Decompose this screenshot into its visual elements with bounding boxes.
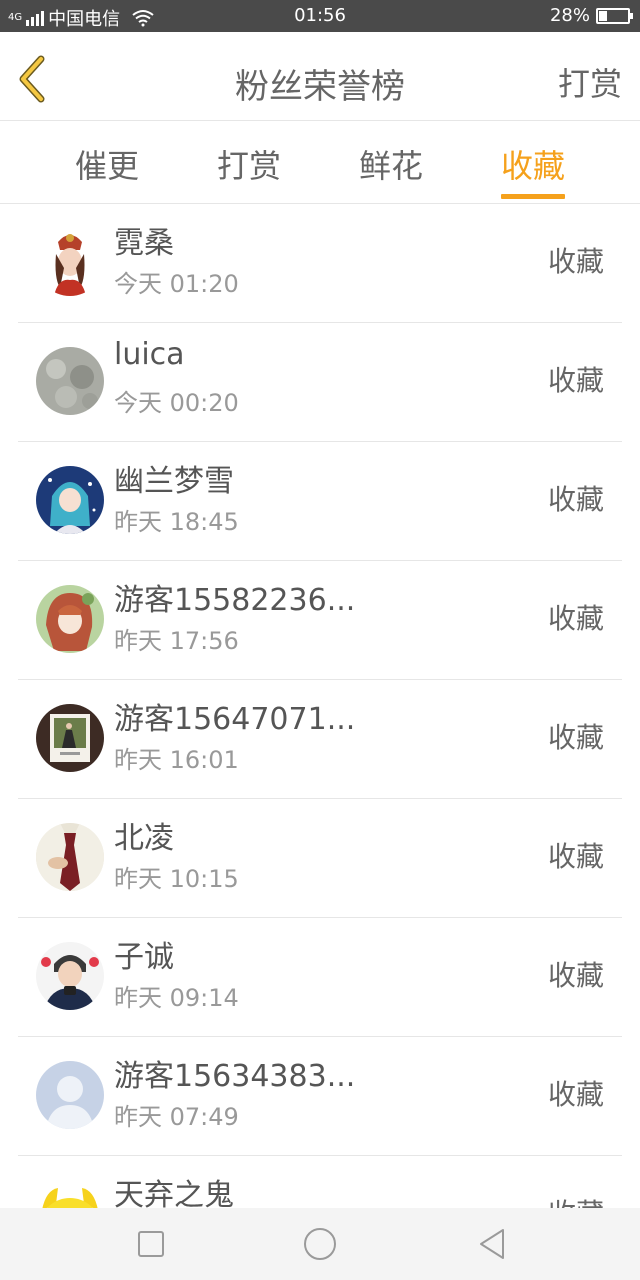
user-name: 幽兰梦雪	[114, 464, 234, 499]
list-item[interactable]: luica 今天 00:20 收藏	[0, 323, 640, 442]
user-name: 游客15634383...	[114, 1059, 356, 1094]
default-user-avatar-icon	[36, 1061, 104, 1129]
photo-frame-avatar-icon	[36, 704, 104, 772]
tab-flowers[interactable]: 鲜花	[331, 141, 451, 187]
tab-urge[interactable]: 催更	[47, 141, 167, 187]
tab-reward[interactable]: 打赏	[189, 141, 309, 187]
status-bar: 4G 中国电信 01:56 28%	[0, 0, 640, 32]
battery-icon	[596, 7, 633, 24]
gray-texture-avatar-icon	[36, 347, 104, 415]
avatar	[36, 704, 104, 772]
list-item[interactable]: 北凌 昨天 10:15 收藏	[0, 799, 640, 918]
user-name: 北凌	[114, 821, 174, 856]
tab-label: 打赏	[216, 147, 281, 185]
tab-label: 收藏	[500, 147, 565, 185]
action-label: 收藏	[547, 840, 604, 873]
list-item[interactable]: 子诚 昨天 09:14 收藏	[0, 918, 640, 1037]
boy-photo-avatar-icon	[36, 942, 104, 1010]
avatar	[36, 942, 104, 1010]
action-label: 收藏	[547, 602, 604, 635]
system-nav-bar	[0, 1208, 640, 1280]
list-item[interactable]: 游客15647071... 昨天 16:01 收藏	[0, 680, 640, 799]
avatar	[36, 228, 104, 296]
tab-label: 催更	[74, 147, 139, 185]
action-label: 收藏	[547, 245, 604, 278]
tab-bar: 催更 打赏 鲜花 收藏	[0, 121, 640, 204]
anime-green-avatar-icon	[36, 585, 104, 653]
tab-label: 鲜花	[358, 147, 423, 185]
shirt-tie-avatar-icon	[36, 823, 104, 891]
timestamp: 昨天 07:49	[114, 1103, 239, 1131]
anime-blue-avatar-icon	[36, 466, 104, 534]
action-label: 收藏	[547, 483, 604, 516]
avatar	[36, 1061, 104, 1129]
nav-header: 粉丝荣誉榜 打赏	[0, 32, 640, 121]
action-label: 收藏	[547, 364, 604, 397]
page-title: 粉丝荣誉榜	[235, 67, 405, 107]
list-item[interactable]: 游客15634383... 昨天 07:49 收藏	[0, 1037, 640, 1156]
user-name: 霓桑	[114, 226, 174, 261]
avatar	[36, 823, 104, 891]
tab-favorites[interactable]: 收藏	[473, 141, 593, 199]
reward-button[interactable]: 打赏	[558, 59, 622, 105]
list-item[interactable]: 霓桑 今天 01:20 收藏	[0, 204, 640, 323]
user-name: 子诚	[114, 940, 174, 975]
avatar	[36, 347, 104, 415]
timestamp: 昨天 17:56	[114, 627, 239, 655]
action-label: 收藏	[547, 959, 604, 992]
recent-apps-icon[interactable]	[138, 1228, 164, 1260]
timestamp: 今天 01:20	[114, 270, 239, 298]
user-name: 游客15647071...	[114, 702, 356, 737]
action-label: 收藏	[547, 721, 604, 754]
avatar	[36, 466, 104, 534]
avatar	[36, 585, 104, 653]
user-name: 游客15582236...	[114, 583, 356, 618]
costume-girl-avatar-icon	[36, 228, 104, 296]
action-label: 收藏	[547, 1078, 604, 1111]
battery-percent: 28%	[549, 5, 590, 26]
clock: 01:56	[294, 5, 346, 26]
home-icon[interactable]	[303, 1228, 337, 1260]
timestamp: 昨天 16:01	[114, 746, 239, 774]
list-item[interactable]: 游客15582236... 昨天 17:56 收藏	[0, 561, 640, 680]
timestamp: 今天 00:20	[114, 389, 239, 417]
back-nav-icon[interactable]	[478, 1228, 506, 1260]
list-item[interactable]: 幽兰梦雪 昨天 18:45 收藏	[0, 442, 640, 561]
timestamp: 昨天 09:14	[114, 984, 239, 1012]
timestamp: 昨天 10:15	[114, 865, 239, 893]
tab-active-indicator	[501, 194, 565, 199]
timestamp: 昨天 18:45	[114, 508, 239, 536]
user-name: luica	[114, 337, 185, 372]
